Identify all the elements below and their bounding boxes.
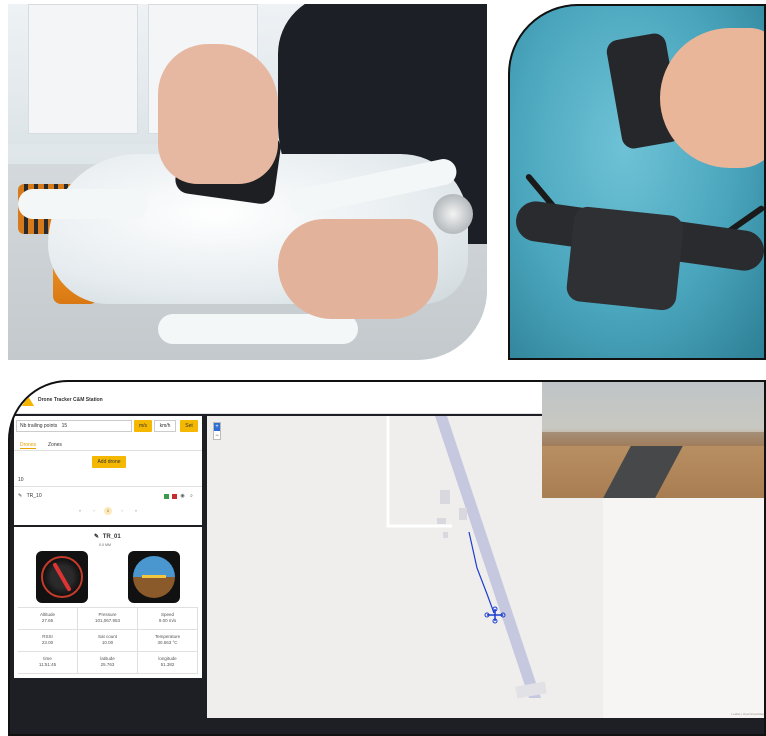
stat-label: Pressure (98, 612, 117, 617)
trailing-points-field[interactable]: Nb trailing points 15 (16, 420, 132, 432)
pager-page[interactable]: 1 (104, 507, 112, 515)
pencil-icon[interactable]: ✎ (18, 493, 22, 499)
map-building (459, 508, 467, 520)
list-divider (14, 486, 202, 487)
pager-last[interactable]: » (132, 507, 140, 515)
eye-icon[interactable]: ◉ (180, 494, 185, 499)
unit-kmh-button[interactable]: km/h (154, 420, 176, 432)
drone-detail-subtitle: 0.0 MM (99, 543, 111, 547)
stat-latitude: latitude 25.763 (78, 652, 138, 674)
photo-drone-arm (18, 189, 148, 219)
drone-list-item[interactable]: ✎ TR_10 (18, 493, 42, 499)
map-zoom-control: + − (213, 422, 221, 440)
stat-value: 25.763 (100, 662, 115, 667)
stat-label: Speed (160, 612, 174, 617)
runway-shape (435, 416, 541, 698)
tab-zones[interactable]: Zones (48, 442, 62, 448)
stat-value: 51.382 (160, 662, 175, 667)
stat-value: 9.00 m/s (158, 618, 177, 623)
stat-label: longitude (158, 656, 177, 661)
drone-list-panel: Nb trailing points 15 m/s km/h Set Drone… (14, 416, 202, 525)
compass-gauge-icon (36, 551, 88, 603)
video-road (603, 446, 683, 498)
map-attribution[interactable]: Leaflet | OpenStreetMap (731, 712, 764, 716)
photo-hand (660, 28, 764, 168)
app-logo-icon (22, 396, 34, 406)
photo-hand (278, 219, 438, 319)
stat-longitude: longitude 51.382 (138, 652, 198, 674)
attitude-plane-marker (142, 575, 166, 578)
unit-ms-button[interactable]: m/s (134, 420, 152, 432)
add-drone-button[interactable]: Add drone (92, 456, 126, 468)
app-window: Drone Tracker C&M Station Nb trailing po… (8, 380, 766, 736)
drone-search-value[interactable]: 10 (18, 477, 24, 483)
stat-value: 30.563 °C (157, 640, 178, 645)
pencil-icon[interactable]: ✎ (94, 534, 99, 540)
map-building (440, 490, 450, 504)
trailing-points-label: Nb trailing points (20, 423, 58, 429)
photo-drone-motor (433, 194, 473, 234)
photo-tracker-product (508, 4, 766, 360)
stat-time: time 11:51:45 (18, 652, 78, 674)
drone-detail-name: TR_01 (102, 534, 121, 540)
stat-value: 27.65 (41, 618, 54, 623)
stat-value: 11:51:45 (38, 662, 57, 667)
map-building (437, 518, 446, 524)
stat-label: Sat count (97, 634, 117, 639)
photo-hand (158, 44, 278, 184)
stat-value: 23.00 (41, 640, 54, 645)
zoom-out-button[interactable]: − (214, 432, 220, 440)
trash-icon[interactable] (172, 494, 177, 499)
target-icon[interactable] (164, 494, 169, 499)
pager-first[interactable]: « (76, 507, 84, 515)
screenshot-canvas: Drone Tracker C&M Station Nb trailing po… (0, 0, 766, 736)
photo-cabinet (28, 4, 138, 134)
stat-label: time (43, 656, 52, 661)
stat-label: RSSI (42, 634, 53, 639)
attitude-indicator-icon (128, 551, 180, 603)
magnifier-icon[interactable]: ⌕ (189, 494, 194, 499)
live-video-feed[interactable] (542, 382, 764, 498)
zoom-in-button[interactable]: + (214, 423, 220, 431)
stat-label: latitude (100, 656, 115, 661)
drone-detail-header: ✎ TR_01 (94, 533, 121, 540)
drone-list-item-label: TR_10 (26, 493, 42, 499)
drone-detail-panel: ✎ TR_01 0.0 MM Altitude 27.65 Pressure 1… (14, 527, 202, 678)
photo-drone-installation (8, 4, 487, 360)
map-building (443, 532, 448, 538)
stat-altitude: Altitude 27.65 (18, 608, 78, 630)
tab-divider (14, 450, 202, 451)
stat-rssi: RSSI 23.00 (18, 630, 78, 652)
trailing-points-value: 15 (61, 423, 68, 429)
stat-speed: Speed 9.00 m/s (138, 608, 198, 630)
set-button[interactable]: Set (180, 420, 198, 432)
app-title: Drone Tracker C&M Station (38, 397, 103, 403)
attitude-ground (133, 577, 175, 598)
photo-tracker-device (565, 205, 685, 312)
pager-next[interactable]: › (118, 507, 126, 515)
stat-pressure: Pressure 101,067.953 (78, 608, 138, 630)
stat-value: 101,067.953 (94, 618, 121, 623)
runway-end-pad (515, 681, 547, 699)
tab-drones[interactable]: Drones (20, 442, 37, 449)
pager-prev[interactable]: ‹ (90, 507, 98, 515)
video-horizon (542, 432, 764, 446)
stat-temperature: Temperature 30.563 °C (138, 630, 198, 652)
attitude-sky (133, 556, 175, 577)
stat-label: Altitude (39, 612, 55, 617)
stat-sat-count: Sat count 10.00 (78, 630, 138, 652)
stat-value: 10.00 (101, 640, 114, 645)
stat-label: Temperature (154, 634, 181, 639)
telemetry-grid: Altitude 27.65 Pressure 101,067.953 Spee… (18, 607, 198, 674)
